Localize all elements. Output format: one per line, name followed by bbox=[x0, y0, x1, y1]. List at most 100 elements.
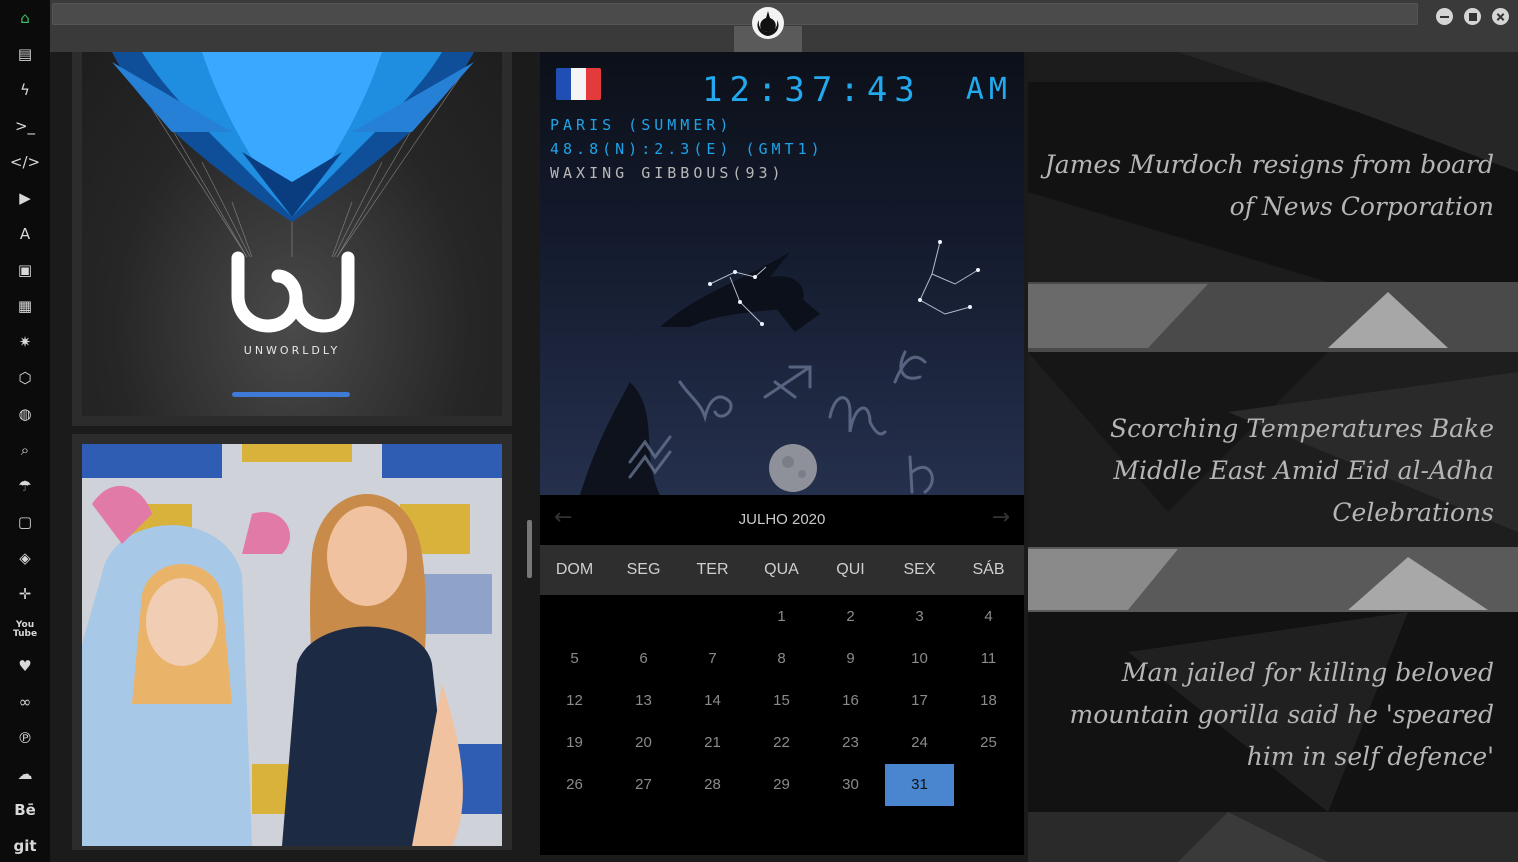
image-icon[interactable]: ▣ bbox=[0, 254, 50, 286]
clock-ampm: AM bbox=[965, 72, 1012, 107]
calendar-weekdays: DOM SEG TER QUA QUI SEX SÁB bbox=[540, 545, 1024, 595]
expand-icon[interactable]: ✛ bbox=[0, 578, 50, 610]
calendar-day[interactable]: 3 bbox=[885, 596, 954, 638]
calendar-empty-cell bbox=[678, 596, 747, 638]
document-icon[interactable]: ▤ bbox=[0, 38, 50, 70]
rebel-logo-tab[interactable] bbox=[734, 0, 802, 52]
calendar-empty-cell bbox=[609, 596, 678, 638]
calendar-day[interactable]: 18 bbox=[954, 680, 1023, 722]
calendar-day[interactable]: 30 bbox=[816, 764, 885, 806]
flag-stripe-white bbox=[571, 68, 586, 100]
moon-phase: WAXING GIBBOUS(93) bbox=[550, 164, 785, 182]
newspaper-icon[interactable]: ▦ bbox=[0, 290, 50, 322]
calendar-empty-cell bbox=[540, 596, 609, 638]
weekday-label: TER bbox=[696, 561, 729, 578]
clock-time: 12:37:43 bbox=[702, 70, 922, 110]
calendar-day[interactable]: 5 bbox=[540, 638, 609, 680]
comic-con-photo[interactable] bbox=[82, 444, 502, 846]
weekday-label: SEX bbox=[903, 561, 936, 578]
calendar-week-row: 19 20 21 22 23 24 25 bbox=[540, 722, 1024, 764]
calendar-week-row: 1234 bbox=[540, 596, 1024, 638]
calendar-day[interactable]: 1 bbox=[747, 596, 816, 638]
calendar-day[interactable]: 27 bbox=[609, 764, 678, 806]
calendar-days-grid: 1 2 3 4 5 6 7 8 9 10 11 12 13 14 15 16 17 18 19 20 21 22 23 24 2… bbox=[540, 596, 1024, 806]
calendar-month-title: JULHO 2020 bbox=[738, 511, 826, 528]
calendar-day[interactable]: 23 bbox=[816, 722, 885, 764]
calendar-day[interactable]: 24 bbox=[885, 722, 954, 764]
comic-con-photo-image bbox=[82, 444, 502, 846]
pinterest-icon[interactable]: ℗ bbox=[0, 722, 50, 754]
weekday-label: QUI bbox=[836, 561, 865, 578]
calendar-day[interactable]: 13 bbox=[609, 680, 678, 722]
terminal-icon[interactable]: >_ bbox=[0, 110, 50, 142]
calendar-day[interactable]: 20 bbox=[609, 722, 678, 764]
rebel-alliance-icon bbox=[752, 7, 784, 39]
calendar-week-row: 12 13 14 15 16 17 18 bbox=[540, 680, 1024, 722]
calendar-day[interactable]: 7 bbox=[678, 638, 747, 680]
calendar-day[interactable]: 2 bbox=[816, 596, 885, 638]
close-icon[interactable] bbox=[1492, 8, 1509, 25]
calendar-day[interactable]: 28 bbox=[678, 764, 747, 806]
calendar-day[interactable]: 12 bbox=[540, 680, 609, 722]
news-headline[interactable]: Man jailed for killing beloved mountain … bbox=[1044, 652, 1494, 778]
photo-panel bbox=[72, 434, 512, 850]
calendar-day[interactable]: 4 bbox=[954, 596, 1023, 638]
youtube-icon[interactable]: You Tube bbox=[0, 614, 50, 646]
title-bar bbox=[50, 0, 1518, 52]
news-headline[interactable]: Scorching Temperatures Bake Middle East … bbox=[1044, 408, 1494, 534]
calendar-day[interactable]: 29 bbox=[747, 764, 816, 806]
weekday-label: DOM bbox=[555, 561, 594, 578]
calendar-day[interactable]: 9 bbox=[816, 638, 885, 680]
calendar-day[interactable]: 8 bbox=[747, 638, 816, 680]
news-headline[interactable]: James Murdoch resigns from board of News… bbox=[1044, 144, 1494, 228]
calendar-day[interactable]: 21 bbox=[678, 722, 747, 764]
news-feed-panel: James Murdoch resigns from board of News… bbox=[1028, 52, 1518, 862]
calendar-day[interactable]: 22 bbox=[747, 722, 816, 764]
rebel-alliance-icon[interactable]: ✷ bbox=[0, 326, 50, 358]
lightning-icon[interactable]: ϟ bbox=[0, 74, 50, 106]
calendar-day[interactable]: 14 bbox=[678, 680, 747, 722]
code-fork-icon[interactable]: ◈ bbox=[0, 542, 50, 574]
calendar-empty-cell bbox=[954, 764, 1023, 806]
git-icon[interactable]: git bbox=[0, 830, 50, 862]
flag-stripe-blue bbox=[556, 68, 571, 100]
app-sidebar: ⌂ ▤ ϟ >_ </> ▶ A ▣ ▦ ✷ ⬡ ◍ ⌕ ☂ ▢ ◈ ✛ You Tube ♥ ∞ ℗ ☁ Bē git bbox=[0, 0, 50, 862]
calendar-day[interactable]: 15 bbox=[747, 680, 816, 722]
blue-flower-parachute-image bbox=[112, 52, 474, 333]
scrollbar-thumb[interactable] bbox=[527, 520, 532, 578]
calendar-day[interactable]: 31 bbox=[885, 764, 954, 806]
maximize-icon[interactable] bbox=[1464, 8, 1481, 25]
cube-icon[interactable]: ⬡ bbox=[0, 362, 50, 394]
translate-icon[interactable]: A bbox=[0, 218, 50, 250]
calendar-day[interactable]: 26 bbox=[540, 764, 609, 806]
cloud-icon[interactable]: ☁ bbox=[0, 758, 50, 790]
calendar-day[interactable]: 6 bbox=[609, 638, 678, 680]
umbrella-icon[interactable]: ☂ bbox=[0, 470, 50, 502]
unworldly-artwork[interactable]: UNWORLDLY bbox=[82, 52, 502, 416]
heart-icon[interactable]: ♥ bbox=[0, 650, 50, 682]
search-icon[interactable]: ⌕ bbox=[0, 434, 50, 466]
infinity-icon[interactable]: ∞ bbox=[0, 686, 50, 718]
calendar-day[interactable]: 19 bbox=[540, 722, 609, 764]
calendar-widget: ← JULHO 2020 → DOM SEG TER QUA QUI SEX SÁB 123… bbox=[540, 495, 1024, 855]
code-icon[interactable]: </> bbox=[0, 146, 50, 178]
clock-city: PARIS (SUMMER) bbox=[550, 116, 733, 134]
home-icon[interactable]: ⌂ bbox=[0, 2, 50, 34]
calendar-day[interactable]: 10 bbox=[885, 638, 954, 680]
calendar-week-row: 26 27 28 29 30 31 bbox=[540, 764, 1024, 806]
calendar-day[interactable]: 25 bbox=[954, 722, 1023, 764]
chevron-right-icon[interactable]: → bbox=[992, 505, 1010, 530]
france-flag-icon bbox=[556, 68, 601, 100]
unworldly-accent-bar bbox=[232, 392, 350, 397]
world-clock-panel: 12:37:43 AM PARIS (SUMMER) 48.8(N):2.3(E… bbox=[540, 52, 1024, 495]
contact-card-icon[interactable]: ▢ bbox=[0, 506, 50, 538]
minimize-icon[interactable] bbox=[1436, 8, 1453, 25]
play-icon[interactable]: ▶ bbox=[0, 182, 50, 214]
calendar-day[interactable]: 17 bbox=[885, 680, 954, 722]
unworldly-panel: UNWORLDLY bbox=[72, 52, 512, 426]
calendar-day[interactable]: 11 bbox=[954, 638, 1023, 680]
globe-icon[interactable]: ◍ bbox=[0, 398, 50, 430]
behance-icon[interactable]: Bē bbox=[0, 794, 50, 826]
weekday-label: QUA bbox=[764, 561, 799, 578]
calendar-day[interactable]: 16 bbox=[816, 680, 885, 722]
